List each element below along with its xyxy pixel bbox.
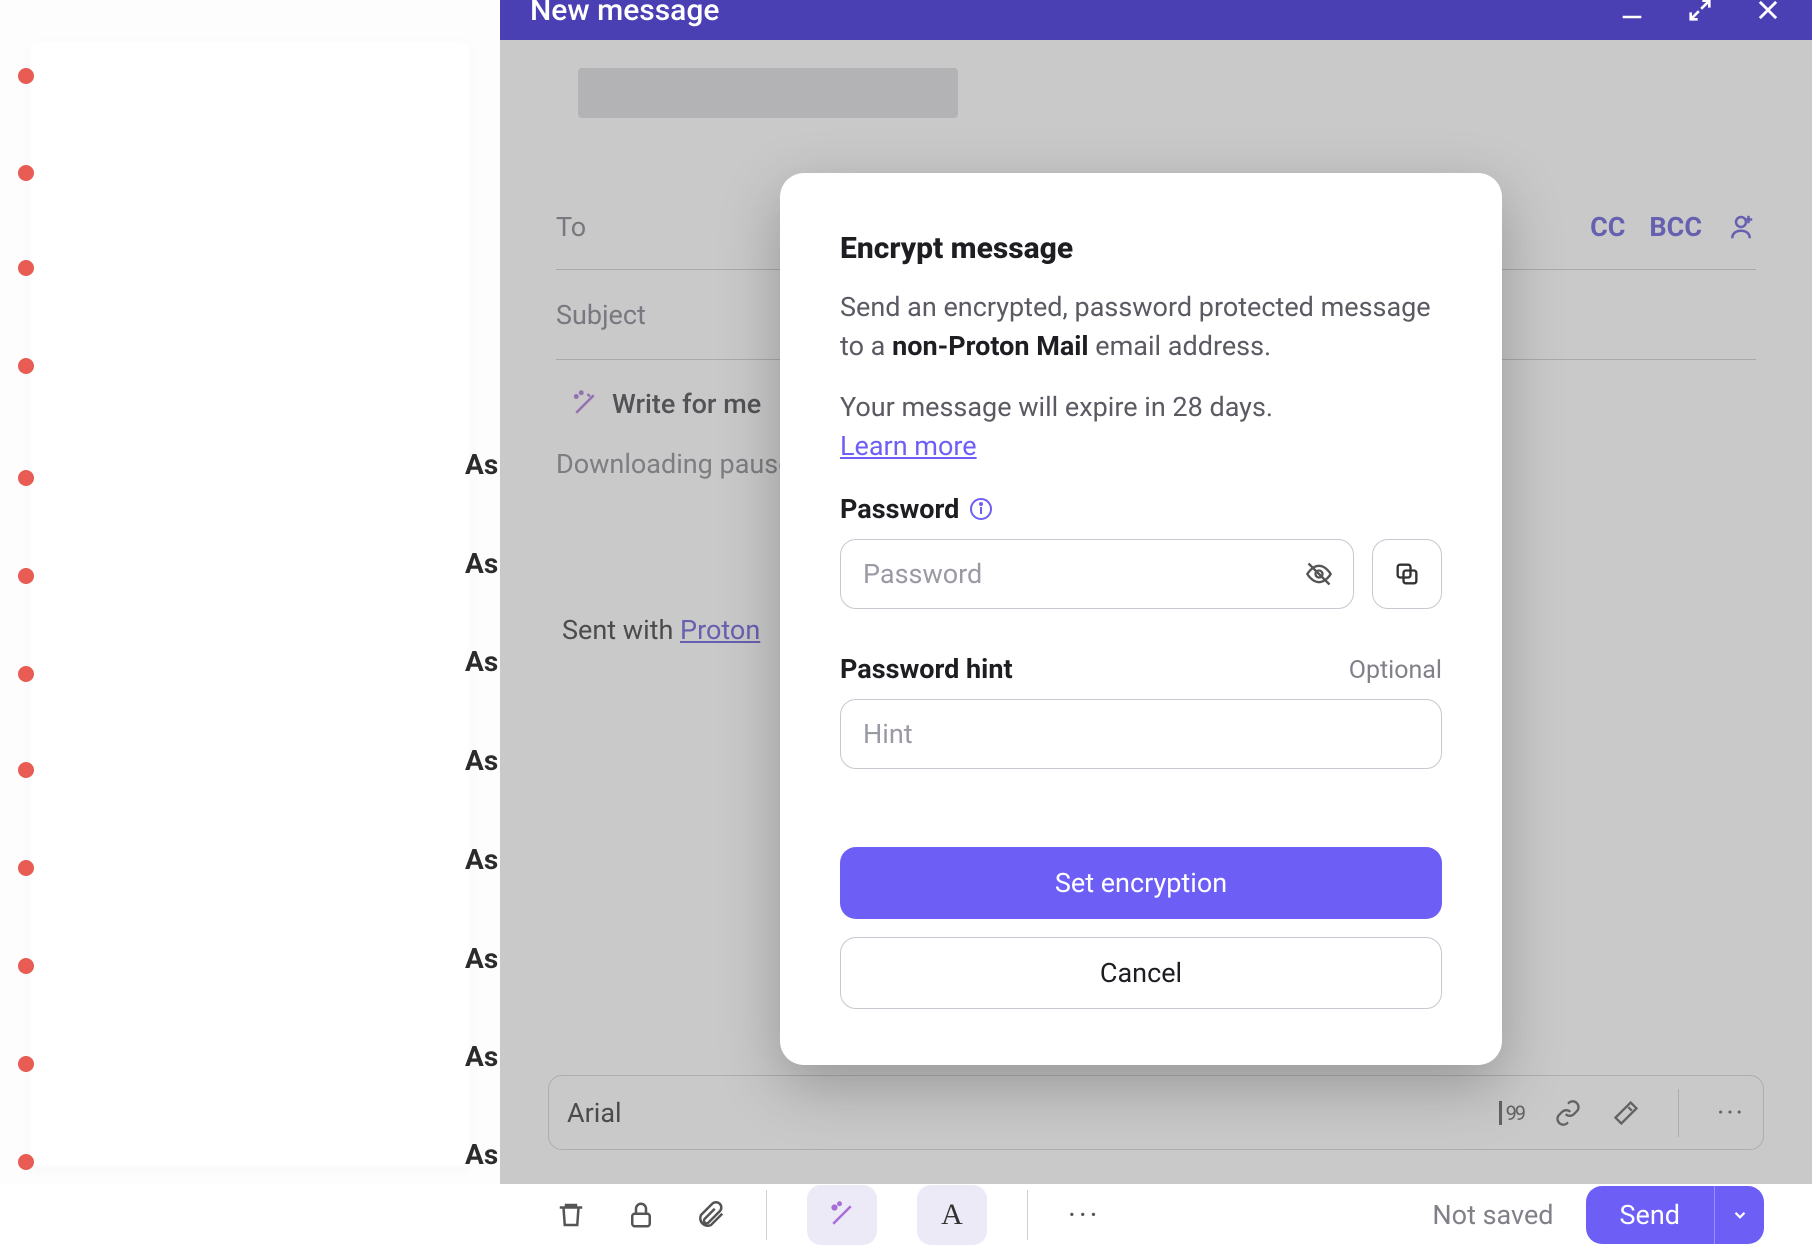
from-address-chip[interactable] [578, 68, 958, 118]
cc-toggle[interactable]: CC [1590, 211, 1625, 243]
unread-dot [18, 568, 34, 584]
unread-dot [18, 165, 34, 181]
list-item-sender: As [465, 1040, 498, 1073]
signature-line: Sent with Proton [562, 614, 760, 646]
to-label: To [556, 211, 586, 243]
sent-with-prefix: Sent with [562, 614, 680, 646]
hint-input-wrapper [840, 699, 1442, 769]
inbox-list-card [30, 42, 470, 1167]
link-button[interactable] [1554, 1099, 1582, 1127]
password-input-wrapper [840, 539, 1354, 609]
proton-link[interactable]: Proton [680, 614, 760, 646]
unread-dot [18, 1056, 34, 1072]
text-style-button[interactable]: A [917, 1185, 987, 1245]
inbox-list-area: As As As As As As As As [0, 0, 500, 1184]
minimize-button[interactable] [1618, 0, 1646, 24]
cancel-button[interactable]: Cancel [840, 937, 1442, 1009]
info-icon[interactable] [969, 497, 993, 521]
subject-placeholder: Subject [556, 299, 646, 331]
modal-expire-text: Your message will expire in 28 days. [840, 391, 1273, 423]
toolbar-separator [1678, 1089, 1679, 1137]
toggle-password-visibility-icon[interactable] [1305, 560, 1333, 588]
blockquote-button[interactable]: 99 [1499, 1101, 1524, 1125]
write-for-me-label: Write for me [612, 388, 761, 420]
unread-dot [18, 358, 34, 374]
modal-desc-bold: non-Proton Mail [892, 330, 1089, 362]
modal-title: Encrypt message [840, 231, 1442, 266]
unread-dot [18, 762, 34, 778]
optional-label: Optional [1349, 656, 1442, 685]
send-options-caret[interactable] [1714, 1186, 1764, 1244]
send-button[interactable]: Send [1586, 1186, 1765, 1244]
download-status-text: Downloading paused [556, 448, 808, 480]
more-formatting-button[interactable]: ··· [1717, 1096, 1745, 1129]
modal-desc-post: email address. [1089, 330, 1272, 362]
add-contact-icon[interactable] [1726, 212, 1756, 242]
action-separator [766, 1190, 767, 1240]
list-item-sender: As [465, 547, 498, 580]
list-item-sender: As [465, 1138, 498, 1171]
attachment-button[interactable] [696, 1200, 726, 1230]
magic-wand-icon [570, 389, 600, 419]
unread-dot [18, 68, 34, 84]
password-label: Password [840, 493, 959, 525]
composer-action-bar: A ··· Not saved Send [556, 1185, 1764, 1245]
unread-dot [18, 666, 34, 682]
list-item-sender: As [465, 645, 498, 678]
write-for-me-button[interactable]: Write for me [570, 388, 761, 420]
modal-expire-line: Your message will expire in 28 days. Lea… [840, 388, 1442, 466]
set-encryption-button[interactable]: Set encryption [840, 847, 1442, 919]
unread-dot [18, 470, 34, 486]
expand-button[interactable] [1686, 0, 1714, 24]
clear-formatting-button[interactable] [1612, 1099, 1640, 1127]
unread-dot [18, 260, 34, 276]
list-item-sender: As [465, 744, 498, 777]
unread-dot [18, 860, 34, 876]
composer-titlebar: New message [500, 0, 1812, 40]
list-item-sender: As [465, 843, 498, 876]
copy-password-button[interactable] [1372, 539, 1442, 609]
list-item-sender: As [465, 942, 498, 975]
action-separator [1027, 1190, 1028, 1240]
password-input[interactable] [863, 540, 1331, 608]
more-actions-button[interactable]: ··· [1068, 1198, 1101, 1233]
password-hint-label: Password hint [840, 653, 1013, 685]
password-hint-input[interactable] [863, 700, 1419, 768]
encryption-button[interactable] [626, 1200, 656, 1230]
composer-title: New message [530, 0, 719, 28]
learn-more-link[interactable]: Learn more [840, 430, 977, 462]
modal-description: Send an encrypted, password protected me… [840, 288, 1442, 366]
send-label: Send [1586, 1199, 1715, 1231]
close-button[interactable] [1754, 0, 1782, 24]
list-item-sender: As [465, 448, 498, 481]
unread-dot [18, 958, 34, 974]
bcc-toggle[interactable]: BCC [1649, 211, 1702, 243]
save-status: Not saved [1432, 1199, 1553, 1231]
ai-assist-button[interactable] [807, 1185, 877, 1245]
encrypt-modal: Encrypt message Send an encrypted, passw… [780, 173, 1502, 1065]
font-family-select[interactable]: Arial [567, 1097, 622, 1129]
delete-draft-button[interactable] [556, 1200, 586, 1230]
formatting-toolbar: Arial 99 ··· [548, 1075, 1764, 1150]
unread-dot [18, 1154, 34, 1170]
